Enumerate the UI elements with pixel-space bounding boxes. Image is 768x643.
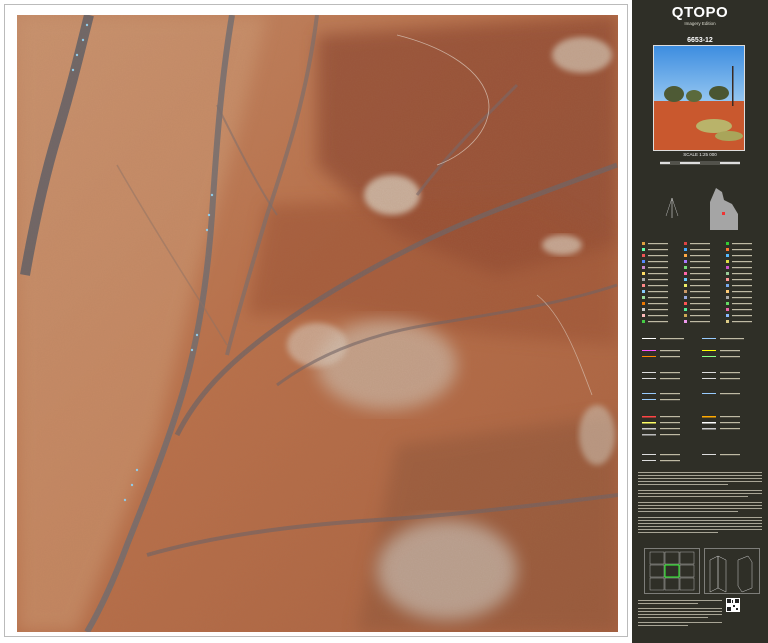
- satellite-imagery-map[interactable]: [17, 15, 618, 632]
- queensland-map-icon: [710, 188, 738, 230]
- north-arrow-icon: [665, 197, 679, 218]
- fold-diagram-icon: [704, 548, 760, 594]
- scale-label: SCALE 1:25 000: [683, 152, 717, 157]
- map-legend: [642, 242, 752, 462]
- legend-column-1: [642, 242, 668, 323]
- legend-lines: [642, 338, 744, 462]
- sheet-number: 6653-12: [687, 37, 713, 44]
- product-title: QTOPO: [671, 4, 729, 21]
- qr-code-icon[interactable]: [726, 598, 740, 612]
- landscape-photo: [653, 45, 745, 151]
- sheet-index-diagram: [644, 548, 700, 594]
- terrain-texture: [17, 15, 618, 632]
- map-frame: [4, 4, 628, 637]
- legal-text: [638, 600, 722, 626]
- map-notes: [638, 472, 762, 533]
- edition-label: Imagery Edition: [684, 21, 716, 26]
- legend-column-3: [726, 242, 752, 323]
- legend-column-2: [684, 242, 710, 323]
- info-panel: QTOPO Imagery Edition 6653-12 SCALE 1:25…: [632, 0, 768, 643]
- scale-bar: [660, 161, 740, 165]
